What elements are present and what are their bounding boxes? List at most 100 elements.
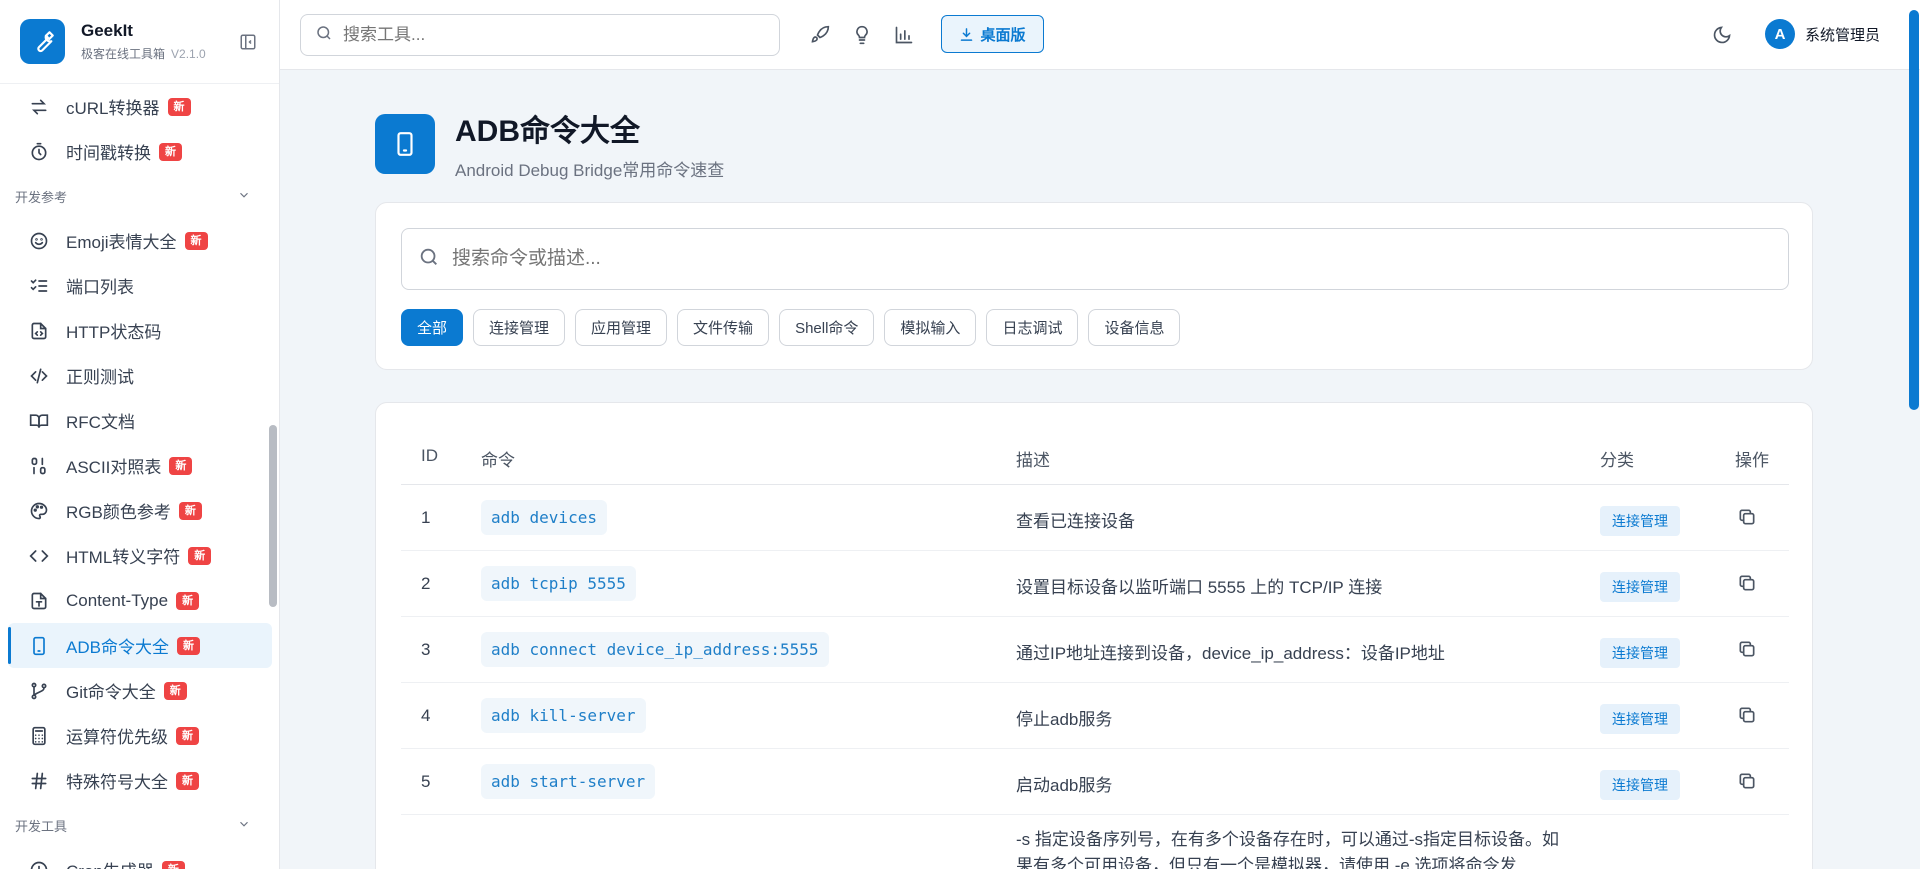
brand-subtitle: 极客在线工具箱 bbox=[81, 47, 166, 61]
page-title: ADB命令大全 bbox=[455, 115, 640, 148]
page-subtitle: Android Debug Bridge常用命令速查 bbox=[455, 161, 725, 180]
row-command[interactable]: adb tcpip 5555 bbox=[481, 566, 636, 601]
hash-icon bbox=[28, 770, 50, 792]
command-search-box[interactable] bbox=[401, 228, 1789, 290]
header-category: 分类 bbox=[1600, 451, 1634, 470]
table-row: 3 adb connect device_ip_address:5555 通过I… bbox=[401, 617, 1789, 683]
sidebar-item-label: Cron生成器 bbox=[66, 857, 154, 869]
row-command[interactable]: adb start-server bbox=[481, 764, 656, 799]
row-category-badge: 连接管理 bbox=[1600, 704, 1680, 734]
row-id: 3 bbox=[421, 640, 431, 659]
sidebar-item-http-status[interactable]: HTTP状态码 bbox=[0, 308, 279, 353]
user-name: 系统管理员 bbox=[1805, 26, 1881, 44]
command-search-input[interactable] bbox=[452, 248, 1752, 270]
row-command[interactable]: adb kill-server bbox=[481, 698, 646, 733]
topbar: 桌面版 A 系统管理员 bbox=[280, 0, 1920, 70]
tool-search-box[interactable] bbox=[300, 14, 780, 56]
row-description: 设置目标设备以监听端口 5555 上的 TCP/IP 连接 bbox=[1016, 578, 1383, 597]
new-badge: 新 bbox=[176, 591, 200, 610]
timer-icon bbox=[28, 141, 50, 163]
arrows-swap-icon bbox=[28, 96, 50, 118]
bar-chart-icon[interactable] bbox=[892, 23, 916, 47]
filter-chip-log[interactable]: 日志调试 bbox=[986, 309, 1079, 346]
filter-chip-app[interactable]: 应用管理 bbox=[575, 309, 668, 346]
tool-search-input[interactable] bbox=[343, 25, 743, 45]
filter-chip-shell[interactable]: Shell命令 bbox=[779, 309, 875, 346]
search-icon bbox=[315, 24, 333, 47]
header-actions: 操作 bbox=[1735, 451, 1769, 470]
sidebar-item-rfc[interactable]: RFC文档 bbox=[0, 398, 279, 443]
copy-icon[interactable] bbox=[1737, 705, 1761, 729]
git-branch-icon bbox=[28, 680, 50, 702]
desktop-version-button[interactable]: 桌面版 bbox=[941, 15, 1044, 53]
sidebar-scrollbar[interactable] bbox=[269, 425, 277, 607]
filter-chip-device[interactable]: 设备信息 bbox=[1088, 309, 1181, 346]
sidebar-item-emoji[interactable]: Emoji表情大全 新 bbox=[0, 218, 279, 263]
sidebar-item-label: RFC文档 bbox=[66, 413, 135, 432]
row-category-badge: 连接管理 bbox=[1600, 638, 1680, 668]
sidebar-item-adb[interactable]: ADB命令大全 新 bbox=[8, 623, 272, 668]
new-badge: 新 bbox=[169, 456, 193, 475]
header-command: 命令 bbox=[481, 451, 515, 470]
new-badge: 新 bbox=[159, 142, 182, 161]
copy-icon[interactable] bbox=[1737, 507, 1761, 531]
sidebar-item-symbols[interactable]: 特殊符号大全 新 bbox=[0, 758, 279, 803]
sidebar-item-ports[interactable]: 端口列表 bbox=[0, 263, 279, 308]
phone-icon bbox=[28, 635, 50, 657]
group-dev-tools[interactable]: 开发工具 bbox=[0, 803, 279, 847]
file-type-icon bbox=[28, 590, 50, 612]
sidebar-item-ascii[interactable]: ASCII对照表 新 bbox=[0, 443, 279, 488]
main-scrollbar[interactable] bbox=[1909, 10, 1919, 410]
rocket-icon[interactable] bbox=[808, 23, 832, 47]
brand-name: GeekIt bbox=[81, 21, 133, 40]
chevron-down-icon bbox=[237, 188, 251, 205]
row-id: 1 bbox=[421, 508, 431, 527]
new-badge: 新 bbox=[178, 501, 202, 520]
brand-version: V2.1.0 bbox=[171, 47, 206, 61]
new-badge: 新 bbox=[176, 636, 200, 655]
moon-icon[interactable] bbox=[1710, 23, 1734, 47]
sidebar-item-timestamp[interactable]: 时间戳转换 新 bbox=[0, 129, 279, 174]
sidebar-item-label: Git命令大全 bbox=[66, 683, 156, 702]
table-row: 4 adb kill-server 停止adb服务 连接管理 bbox=[401, 683, 1789, 749]
filter-card: 全部 连接管理 应用管理 文件传输 Shell命令 模拟输入 日志调试 设备信息 bbox=[375, 202, 1813, 370]
sidebar-item-html-escape[interactable]: HTML转义字符 新 bbox=[0, 533, 279, 578]
row-category-badge: 连接管理 bbox=[1600, 770, 1680, 800]
sidebar-item-cron[interactable]: Cron生成器 新 bbox=[0, 847, 279, 869]
download-icon bbox=[961, 27, 973, 41]
row-command[interactable]: adb devices bbox=[481, 500, 607, 535]
filter-chip-file[interactable]: 文件传输 bbox=[677, 309, 770, 346]
sidebar-item-label: 端口列表 bbox=[66, 278, 134, 297]
palette-icon bbox=[28, 500, 50, 522]
command-table: ID 命令 描述 分类 操作 1 adb devices 查看已连接设备 连接管… bbox=[375, 402, 1813, 869]
sidebar-item-label: HTTP状态码 bbox=[66, 323, 162, 342]
sidebar-item-content-type[interactable]: Content-Type 新 bbox=[0, 578, 279, 623]
sidebar-item-label: Emoji表情大全 bbox=[66, 233, 177, 252]
sidebar-item-git[interactable]: Git命令大全 新 bbox=[0, 668, 279, 713]
filter-chip-connection[interactable]: 连接管理 bbox=[473, 309, 566, 346]
sidebar-item-regex[interactable]: 正则测试 bbox=[0, 353, 279, 398]
user-menu[interactable]: A 系统管理员 bbox=[1765, 19, 1880, 49]
lightbulb-icon[interactable] bbox=[850, 23, 874, 47]
row-description: 查看已连接设备 bbox=[1016, 512, 1135, 531]
sidebar-item-label: 特殊符号大全 bbox=[66, 773, 168, 792]
sidebar-item-curl[interactable]: cURL转换器 新 bbox=[0, 84, 279, 129]
phone-icon bbox=[375, 113, 435, 174]
header-id: ID bbox=[421, 446, 438, 465]
sidebar-item-rgb[interactable]: RGB颜色参考 新 bbox=[0, 488, 279, 533]
clock-icon bbox=[28, 859, 50, 869]
group-dev-reference[interactable]: 开发参考 bbox=[0, 174, 279, 218]
table-row: -s 指定设备序列号，在有多个设备存在时，可以通过-s指定目标设备。如果有多个可… bbox=[401, 815, 1789, 869]
sidebar: GeekIt 极客在线工具箱 V2.1.0 cURL转换器 新 时间戳转换 新 开… bbox=[0, 0, 280, 869]
brand: GeekIt 极客在线工具箱 V2.1.0 bbox=[0, 0, 279, 84]
copy-icon[interactable] bbox=[1737, 639, 1761, 663]
copy-icon[interactable] bbox=[1737, 771, 1761, 795]
copy-icon[interactable] bbox=[1737, 573, 1761, 597]
sidebar-item-operators[interactable]: 运算符优先级 新 bbox=[0, 713, 279, 758]
row-command[interactable]: adb connect device_ip_address:5555 bbox=[481, 632, 829, 667]
filter-chip-all[interactable]: 全部 bbox=[401, 309, 464, 346]
table-header: ID 命令 描述 分类 操作 bbox=[401, 438, 1789, 485]
sidebar-collapse-icon[interactable] bbox=[237, 31, 259, 53]
sidebar-item-label: HTML转义字符 bbox=[66, 548, 181, 567]
filter-chip-input[interactable]: 模拟输入 bbox=[884, 309, 977, 346]
